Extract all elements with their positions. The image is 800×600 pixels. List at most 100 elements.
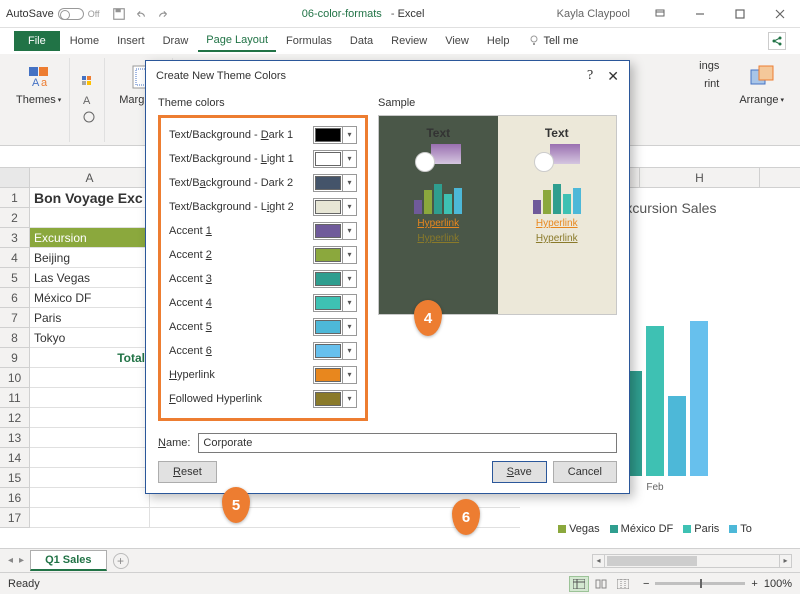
cell[interactable]	[30, 368, 150, 388]
color-swatch-dropdown[interactable]: ▾	[313, 294, 357, 312]
row-header[interactable]: 4	[0, 248, 30, 268]
color-swatch-dropdown[interactable]: ▾	[313, 150, 357, 168]
tab-help[interactable]: Help	[479, 31, 518, 51]
theme-color-label: Text/Background - Dark 1	[169, 129, 293, 141]
cell[interactable]: México DF	[30, 288, 150, 308]
color-swatch-dropdown[interactable]: ▾	[313, 222, 357, 240]
row-header[interactable]: 6	[0, 288, 30, 308]
cell[interactable]: Beijing	[30, 248, 150, 268]
row-header[interactable]: 11	[0, 388, 30, 408]
cell[interactable]	[30, 408, 150, 428]
undo-icon[interactable]	[134, 7, 148, 21]
color-swatch-dropdown[interactable]: ▾	[313, 270, 357, 288]
themes-icon: Aa	[24, 62, 54, 92]
tab-home[interactable]: Home	[62, 31, 107, 51]
horizontal-scrollbar[interactable]: ◂▸	[592, 554, 792, 568]
tab-draw[interactable]: Draw	[155, 31, 197, 51]
color-swatch-dropdown[interactable]: ▾	[313, 366, 357, 384]
row-header[interactable]: 3	[0, 228, 30, 248]
row-header[interactable]: 17	[0, 508, 30, 528]
theme-color-row: Accent 6▾	[169, 340, 357, 362]
ribbon-options-icon[interactable]	[640, 0, 680, 28]
row-header[interactable]: 16	[0, 488, 30, 508]
tab-data[interactable]: Data	[342, 31, 381, 51]
cell[interactable]	[30, 208, 150, 228]
tab-review[interactable]: Review	[383, 31, 435, 51]
sheet-nav-last-icon[interactable]: ▸	[19, 555, 24, 566]
row-header[interactable]: 15	[0, 468, 30, 488]
cell[interactable]	[30, 448, 150, 468]
page-break-view-icon[interactable]	[613, 576, 633, 592]
cell[interactable]: Bon Voyage Exc	[30, 188, 150, 208]
new-sheet-button[interactable]: +	[113, 553, 129, 569]
tab-page-layout[interactable]: Page Layout	[198, 30, 276, 52]
cell[interactable]	[30, 468, 150, 488]
close-icon[interactable]	[760, 0, 800, 28]
select-all-corner[interactable]	[0, 168, 30, 187]
zoom-control[interactable]: −+ 100%	[643, 578, 792, 590]
theme-color-label: Accent 4	[169, 297, 212, 309]
tab-formulas[interactable]: Formulas	[278, 31, 340, 51]
close-icon[interactable]: ✕	[607, 68, 619, 85]
color-swatch-dropdown[interactable]: ▾	[313, 246, 357, 264]
cell[interactable]: Total	[30, 348, 150, 368]
window-title: 06-color-formats - Excel	[170, 8, 557, 20]
tell-me-search[interactable]: Tell me	[528, 35, 579, 47]
normal-view-icon[interactable]	[569, 576, 589, 592]
color-swatch-dropdown[interactable]: ▾	[313, 390, 357, 408]
cell[interactable]	[30, 488, 150, 508]
reset-button[interactable]: Reset	[158, 461, 217, 483]
row-header[interactable]: 10	[0, 368, 30, 388]
tab-view[interactable]: View	[437, 31, 477, 51]
color-swatch-dropdown[interactable]: ▾	[313, 342, 357, 360]
col-header[interactable]: H	[640, 168, 760, 187]
create-theme-colors-dialog: Create New Theme Colors ? ✕ Theme colors…	[145, 60, 630, 494]
cell[interactable]: Paris	[30, 308, 150, 328]
cell[interactable]	[30, 388, 150, 408]
color-swatch-dropdown[interactable]: ▾	[313, 126, 357, 144]
tab-file[interactable]: File	[14, 31, 60, 51]
row-header[interactable]: 9	[0, 348, 30, 368]
color-swatch-dropdown[interactable]: ▾	[313, 198, 357, 216]
cell[interactable]: Las Vegas	[30, 268, 150, 288]
theme-colors-panel: Text/Background - Dark 1▾Text/Background…	[158, 115, 368, 421]
theme-color-row: Text/Background - Dark 1 ▾	[169, 124, 357, 146]
autosave-toggle[interactable]: AutoSave Off	[6, 8, 100, 20]
row-header[interactable]: 12	[0, 408, 30, 428]
minimize-icon[interactable]	[680, 0, 720, 28]
theme-color-label: Text/Background - Light 2	[169, 201, 294, 213]
name-input[interactable]	[198, 433, 617, 453]
sheet-tab[interactable]: Q1 Sales	[30, 550, 106, 571]
row-header[interactable]: 1	[0, 188, 30, 208]
sheet-nav-first-icon[interactable]: ◂	[8, 555, 13, 566]
cell[interactable]	[30, 508, 150, 528]
cell[interactable]: Tokyo	[30, 328, 150, 348]
color-swatch-dropdown[interactable]: ▾	[313, 318, 357, 336]
effects-icon[interactable]	[82, 110, 98, 124]
theme-color-row: Hyperlink▾	[169, 364, 357, 386]
help-icon[interactable]: ?	[587, 68, 593, 84]
tab-insert[interactable]: Insert	[109, 31, 153, 51]
status-text: Ready	[8, 578, 40, 590]
themes-button[interactable]: Aa Themes▾	[14, 60, 63, 108]
cancel-button[interactable]: Cancel	[553, 461, 617, 483]
row-header[interactable]: 14	[0, 448, 30, 468]
cell[interactable]	[30, 428, 150, 448]
row-header[interactable]: 5	[0, 268, 30, 288]
share-button[interactable]	[768, 32, 786, 50]
row-header[interactable]: 2	[0, 208, 30, 228]
redo-icon[interactable]	[156, 7, 170, 21]
save-button[interactable]: Save	[492, 461, 547, 483]
fonts-icon[interactable]: A	[82, 93, 98, 107]
col-header[interactable]: A	[30, 168, 150, 187]
row-header[interactable]: 13	[0, 428, 30, 448]
row-header[interactable]: 7	[0, 308, 30, 328]
colors-icon[interactable]	[82, 76, 98, 90]
color-swatch-dropdown[interactable]: ▾	[313, 174, 357, 192]
save-icon[interactable]	[112, 7, 126, 21]
row-header[interactable]: 8	[0, 328, 30, 348]
cell[interactable]: Excursion	[30, 228, 150, 248]
arrange-button[interactable]: Arrange▾	[737, 60, 786, 108]
page-layout-view-icon[interactable]	[591, 576, 611, 592]
maximize-icon[interactable]	[720, 0, 760, 28]
